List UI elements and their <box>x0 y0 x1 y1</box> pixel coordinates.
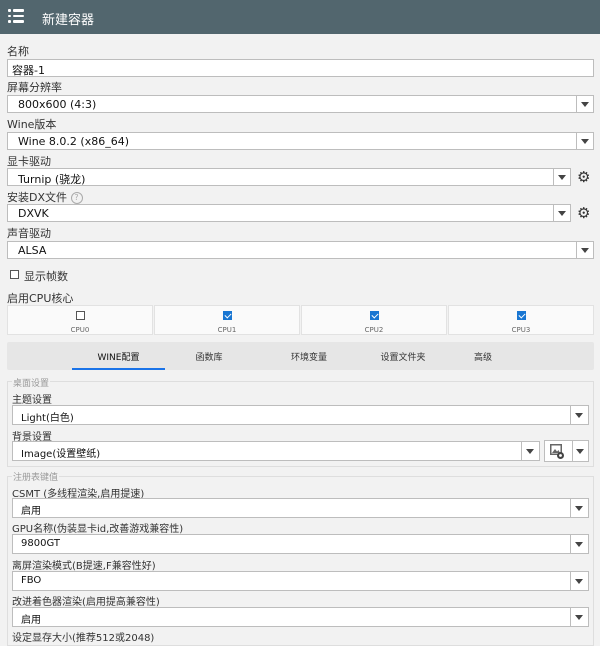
dropdown-arrow-icon <box>576 133 593 149</box>
dx-select[interactable]: DXVK <box>7 204 571 222</box>
csmt-value: 启用 <box>21 506 41 517</box>
dropdown-arrow-icon <box>570 406 588 424</box>
name-value: 容器-1 <box>12 64 45 77</box>
dropdown-arrow-icon <box>570 572 588 590</box>
dropdown-arrow-icon <box>553 169 570 185</box>
dropdown-arrow-icon <box>553 205 570 221</box>
shader-label: 改进着色器渲染(启用提高兼容性) <box>12 597 160 608</box>
gpu-driver-label: 显卡驱动 <box>7 155 51 168</box>
cpu1-checkbox[interactable] <box>223 311 232 320</box>
wine-version-value: Wine 8.0.2 (x86_64) <box>18 135 129 148</box>
dropdown-arrow-icon <box>576 242 593 258</box>
dropdown-arrow-icon <box>570 608 588 626</box>
registry-title: 注册表键值 <box>12 470 60 483</box>
settings-tabs: WINE配置 函数库 环境变量 设置文件夹 高级 <box>7 342 594 370</box>
show-fps-label: 显示帧数 <box>24 270 68 283</box>
resolution-value: 800x600 (4:3) <box>18 98 97 111</box>
shader-select[interactable]: 启用 <box>12 607 589 627</box>
cpu-cores-label: 启用CPU核心 <box>7 292 74 305</box>
gpu-driver-select[interactable]: Turnip (骁龙) <box>7 168 571 186</box>
name-input[interactable]: 容器-1 <box>7 59 594 77</box>
cpu0-checkbox[interactable] <box>76 311 85 320</box>
cpu3-label: CPU3 <box>511 326 531 334</box>
page-title: 新建容器 <box>42 13 95 28</box>
tab-env-vars[interactable]: 环境变量 <box>265 350 353 363</box>
resolution-label: 屏幕分辨率 <box>7 81 62 94</box>
cpu1-label: CPU1 <box>217 326 237 334</box>
dx-value: DXVK <box>18 207 49 220</box>
theme-label: 主题设置 <box>12 395 52 406</box>
offscreen-select[interactable]: FBO <box>12 571 589 591</box>
image-picker-icon <box>550 444 564 459</box>
dropdown-arrow-icon <box>521 442 539 460</box>
theme-select[interactable]: Light(白色) <box>12 405 589 425</box>
gear-icon[interactable]: ⚙ <box>577 168 590 186</box>
audio-driver-value: ALSA <box>18 244 47 257</box>
cpu-core-item[interactable]: CPU3 <box>448 305 594 335</box>
audio-driver-select[interactable]: ALSA <box>7 241 594 259</box>
background-select[interactable]: Image(设置壁纸) <box>12 441 540 461</box>
gpu-name-label: GPU名称(伪装显卡id,改善游戏兼容性) <box>12 524 184 535</box>
csmt-select[interactable]: 启用 <box>12 498 589 518</box>
help-icon[interactable]: ? <box>70 192 83 204</box>
wine-version-select[interactable]: Wine 8.0.2 (x86_64) <box>7 132 594 150</box>
show-fps-checkbox[interactable] <box>10 270 19 279</box>
theme-value: Light(白色) <box>21 413 74 424</box>
name-label: 名称 <box>7 45 29 58</box>
offscreen-value: FBO <box>21 575 42 586</box>
cpu-core-item[interactable]: CPU2 <box>301 305 447 335</box>
tab-wine-config[interactable]: WINE配置 <box>72 350 165 363</box>
dropdown-arrow-icon <box>570 535 588 553</box>
dropdown-arrow-icon <box>572 441 588 461</box>
shader-value: 启用 <box>21 615 41 626</box>
dx-label: 安装DX文件 ? <box>7 189 83 205</box>
app-bar: 新建容器 <box>0 0 600 34</box>
audio-driver-label: 声音驱动 <box>7 227 51 240</box>
gpu-name-value: 9800GT <box>21 538 60 549</box>
image-picker-button[interactable] <box>544 440 589 462</box>
dropdown-arrow-icon <box>576 96 593 112</box>
gpu-name-select[interactable]: 9800GT <box>12 534 589 554</box>
tab-advanced[interactable]: 高级 <box>454 350 512 363</box>
cpu-core-item[interactable]: CPU0 <box>7 305 153 335</box>
tab-libraries[interactable]: 函数库 <box>175 350 243 363</box>
active-tab-indicator <box>72 368 165 370</box>
gear-icon[interactable]: ⚙ <box>577 204 590 222</box>
desktop-settings-title: 桌面设置 <box>12 376 51 389</box>
resolution-select[interactable]: 800x600 (4:3) <box>7 95 594 113</box>
menu-icon[interactable] <box>8 9 24 23</box>
offscreen-label: 离屏渲染模式(B提速,F兼容性好) <box>12 561 156 572</box>
cpu-core-item[interactable]: CPU1 <box>154 305 300 335</box>
gpu-driver-value: Turnip (骁龙) <box>18 173 86 186</box>
dropdown-arrow-icon <box>570 499 588 517</box>
wine-version-label: Wine版本 <box>7 118 57 131</box>
tab-folders[interactable]: 设置文件夹 <box>360 350 446 363</box>
cpu2-checkbox[interactable] <box>370 311 379 320</box>
background-value: Image(设置壁纸) <box>21 449 101 460</box>
cpu0-label: CPU0 <box>70 326 90 334</box>
dx-label-text: 安装DX文件 <box>7 191 68 204</box>
cpu3-checkbox[interactable] <box>517 311 526 320</box>
cpu2-label: CPU2 <box>364 326 384 334</box>
